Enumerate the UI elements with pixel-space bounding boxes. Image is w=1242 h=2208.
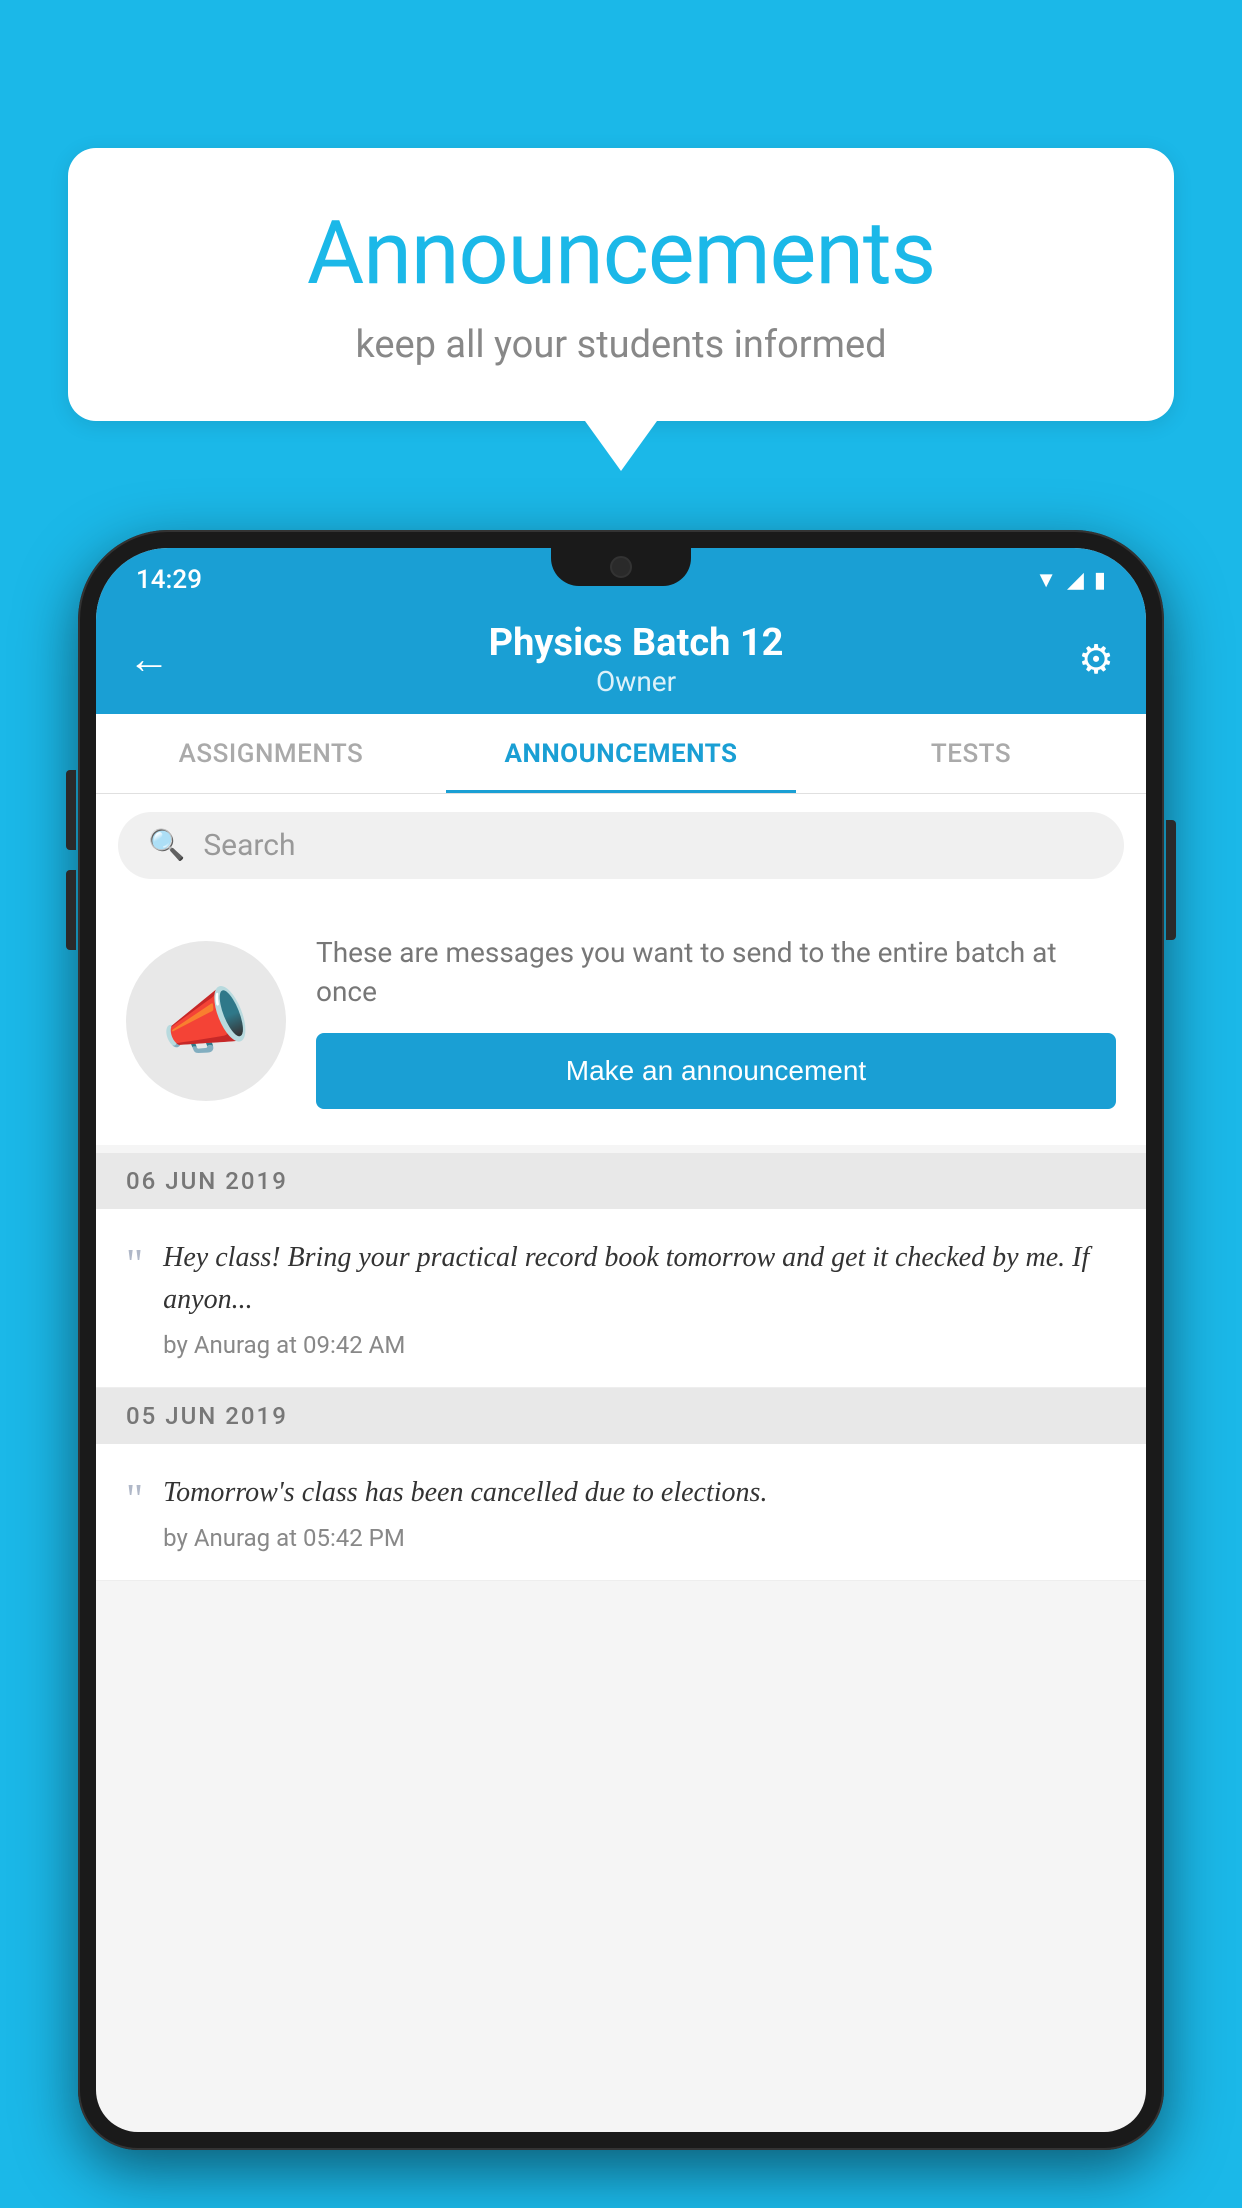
date-separator-1: 06 JUN 2019 (96, 1153, 1146, 1209)
speech-bubble-card: Announcements keep all your students inf… (68, 148, 1174, 421)
search-input[interactable]: Search (203, 828, 295, 863)
tab-tests[interactable]: TESTS (796, 714, 1146, 793)
status-icons: ▼ ◢ ▮ (1035, 567, 1106, 593)
search-bar[interactable]: 🔍 Search (118, 812, 1124, 879)
announcement-meta-1: by Anurag at 09:42 AM (163, 1331, 1116, 1359)
phone-screen: 14:29 ▼ ◢ ▮ ← Physics Batch 12 Owner ⚙ (96, 548, 1146, 2132)
signal-icon: ◢ (1067, 568, 1084, 593)
app-bar-title: Physics Batch 12 (194, 621, 1078, 665)
date-label-1: 06 JUN 2019 (126, 1167, 288, 1195)
bubble-title: Announcements (128, 202, 1114, 305)
prompt-description: These are messages you want to send to t… (316, 933, 1116, 1011)
search-container: 🔍 Search (96, 794, 1146, 897)
settings-button[interactable]: ⚙ (1078, 636, 1114, 683)
announcement-content-2: Tomorrow's class has been cancelled due … (163, 1472, 1116, 1552)
tab-assignments[interactable]: ASSIGNMENTS (96, 714, 446, 793)
volume-down-button (66, 870, 76, 950)
tabs-bar: ASSIGNMENTS ANNOUNCEMENTS TESTS (96, 714, 1146, 794)
speech-bubble-tail (585, 421, 657, 471)
announcement-content-1: Hey class! Bring your practical record b… (163, 1237, 1116, 1359)
bubble-subtitle: keep all your students informed (128, 323, 1114, 367)
content-area: 🔍 Search 📣 These are messages you want t… (96, 794, 1146, 1581)
prompt-right: These are messages you want to send to t… (316, 933, 1116, 1109)
quote-icon-2: " (126, 1476, 143, 1552)
megaphone-circle: 📣 (126, 941, 286, 1101)
speech-bubble-section: Announcements keep all your students inf… (68, 148, 1174, 471)
announcement-item-1[interactable]: " Hey class! Bring your practical record… (96, 1209, 1146, 1388)
announcement-prompt: 📣 These are messages you want to send to… (96, 897, 1146, 1145)
megaphone-icon: 📣 (161, 979, 251, 1064)
app-bar-subtitle: Owner (194, 665, 1078, 698)
power-button (1166, 820, 1176, 940)
battery-icon: ▮ (1094, 568, 1106, 593)
back-button[interactable]: ← (128, 635, 170, 684)
status-time: 14:29 (136, 565, 202, 595)
tab-announcements[interactable]: ANNOUNCEMENTS (446, 714, 796, 793)
app-bar-center: Physics Batch 12 Owner (194, 621, 1078, 698)
date-label-2: 05 JUN 2019 (126, 1402, 288, 1430)
app-bar: ← Physics Batch 12 Owner ⚙ (96, 604, 1146, 714)
announcement-item-2[interactable]: " Tomorrow's class has been cancelled du… (96, 1444, 1146, 1581)
make-announcement-button[interactable]: Make an announcement (316, 1033, 1116, 1109)
announcement-text-1: Hey class! Bring your practical record b… (163, 1237, 1116, 1321)
phone-camera (610, 556, 632, 578)
date-separator-2: 05 JUN 2019 (96, 1388, 1146, 1444)
announcement-meta-2: by Anurag at 05:42 PM (163, 1524, 1116, 1552)
phone-mockup: 14:29 ▼ ◢ ▮ ← Physics Batch 12 Owner ⚙ (78, 530, 1164, 2208)
announcement-text-2: Tomorrow's class has been cancelled due … (163, 1472, 1116, 1514)
wifi-icon: ▼ (1035, 567, 1057, 593)
search-icon: 🔍 (148, 828, 185, 863)
volume-up-button (66, 770, 76, 850)
phone-outer-frame: 14:29 ▼ ◢ ▮ ← Physics Batch 12 Owner ⚙ (78, 530, 1164, 2150)
quote-icon-1: " (126, 1241, 143, 1359)
